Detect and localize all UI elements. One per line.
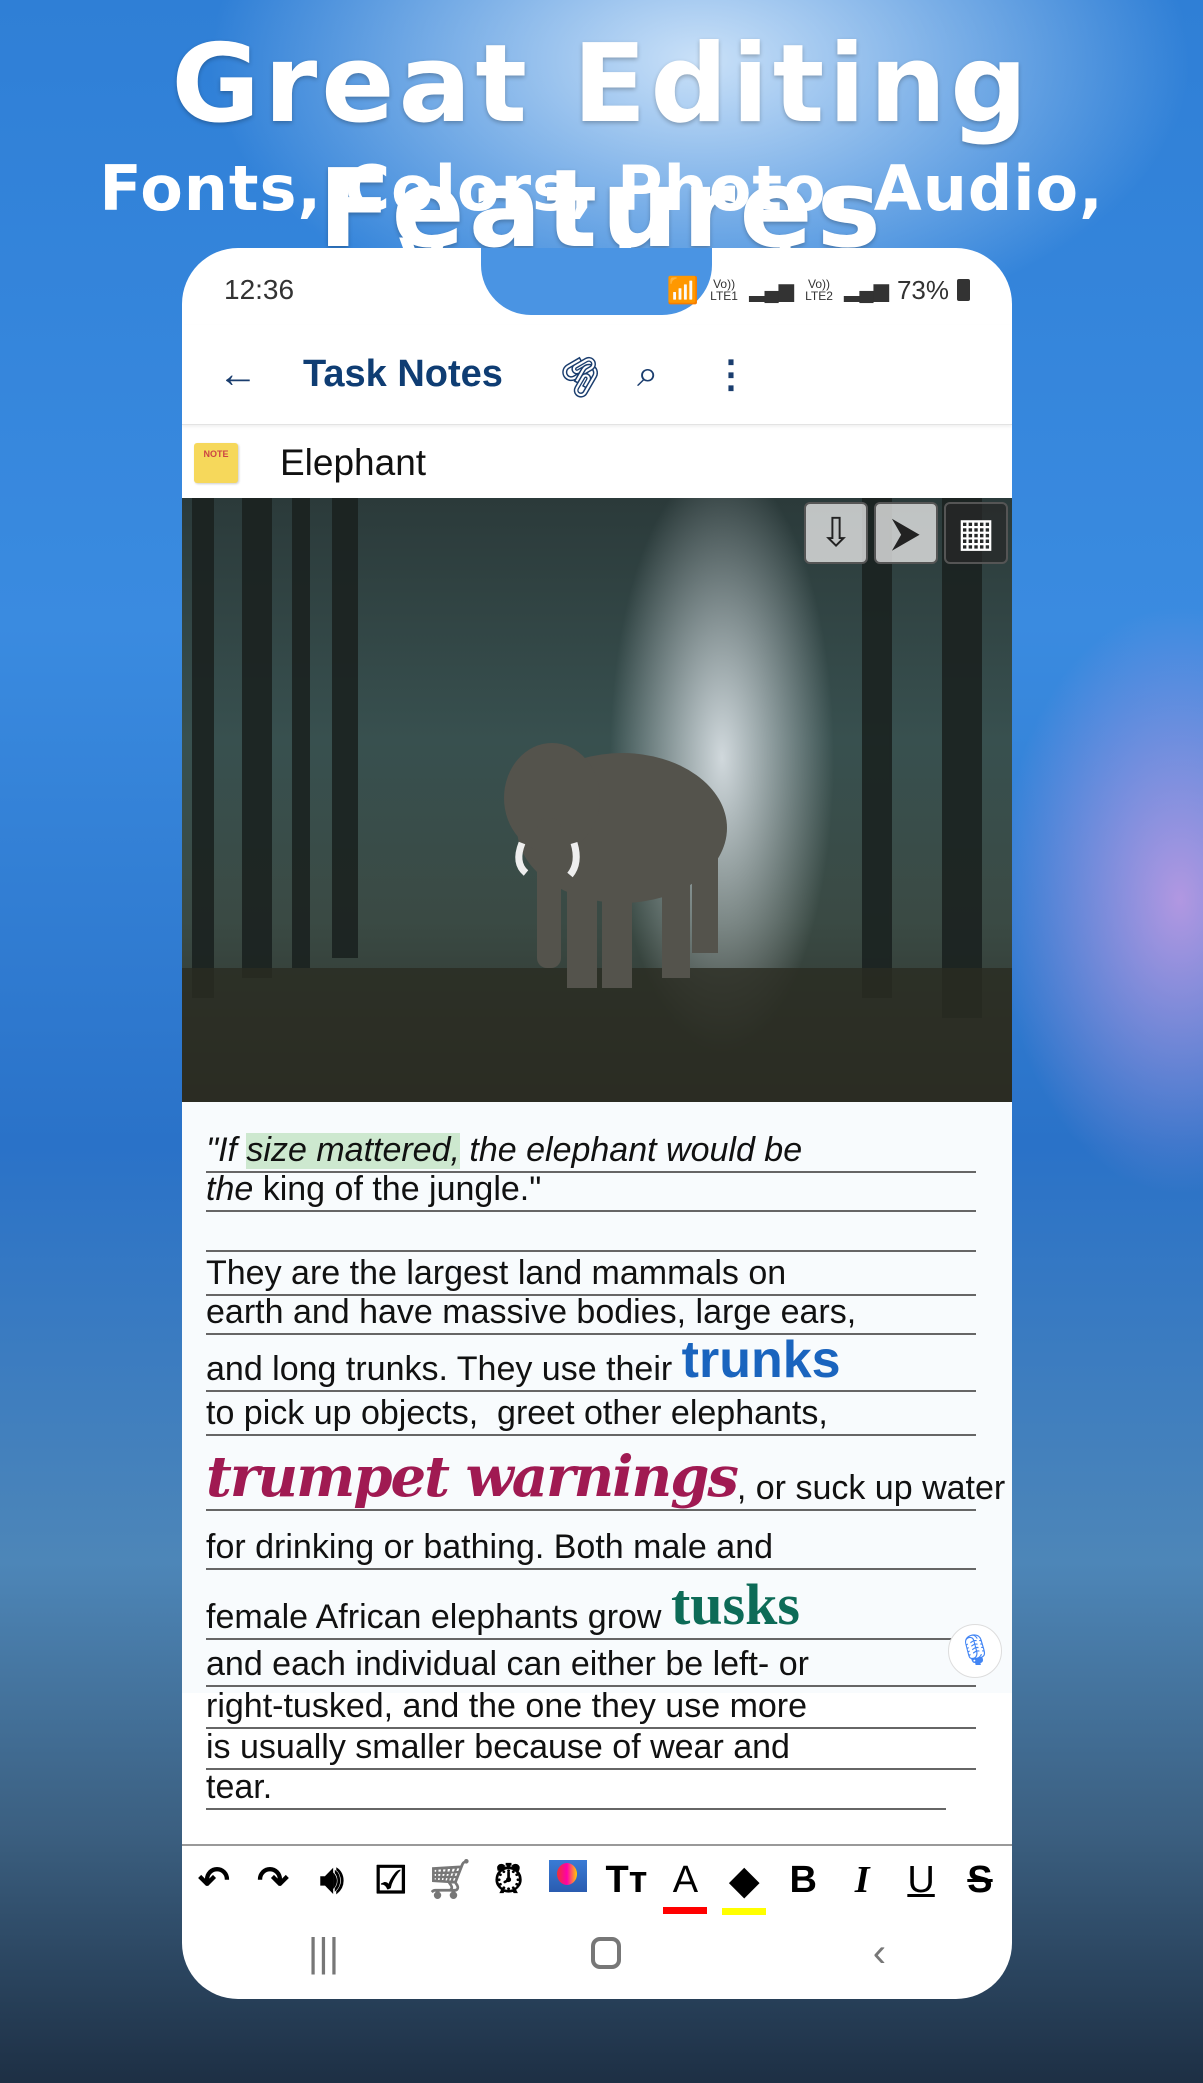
empty-line <box>206 1212 976 1252</box>
text-line: trumpet warnings, or suck up water <box>206 1436 1005 1511</box>
undo-icon[interactable]: ↶ <box>188 1858 240 1903</box>
text-line: They are the largest land mammals on <box>206 1252 976 1296</box>
voice-input-mic-icon[interactable]: 🎙 <box>948 1624 1002 1678</box>
text-line: is usually smaller because of wear and <box>206 1729 976 1770</box>
home-icon[interactable] <box>590 1937 621 1969</box>
note-photo[interactable]: ⇩ ⮞ ▦ <box>182 498 1012 1102</box>
grid-icon[interactable]: ▦ <box>944 502 1008 564</box>
text-line: tear. <box>206 1769 946 1810</box>
speaker-icon[interactable]: 🔊︎ <box>306 1859 358 1902</box>
app-title: Task Notes <box>303 353 503 395</box>
alarm-add-icon[interactable]: ⏰︎ <box>483 1859 535 1902</box>
text-line: to pick up objects, greet other elephant… <box>206 1392 976 1436</box>
text-line: the king of the jungle." <box>206 1170 976 1212</box>
checkbox-icon[interactable]: ☑ <box>365 1858 417 1903</box>
text: "If <box>206 1131 247 1170</box>
text: king of the jungle." <box>253 1170 542 1209</box>
redo-icon[interactable]: ↷ <box>247 1858 299 1903</box>
highlighted-text: size mattered, <box>246 1131 460 1170</box>
bold-button[interactable]: B <box>777 1859 829 1902</box>
signal-icon: ▂▄▆ <box>749 279 795 302</box>
underline-button[interactable]: U <box>895 1859 947 1902</box>
font-color-label: A <box>672 1858 699 1901</box>
text: the elephant would be <box>459 1131 803 1170</box>
more-vert-icon[interactable]: ⋮ <box>712 352 750 397</box>
note-title-row: NOTE Elephant <box>182 430 1012 496</box>
styled-word-tusks: tusks <box>670 1572 800 1638</box>
lte2-label: Vo)) LTE2 <box>805 277 833 303</box>
text-line: and long trunks. They use their trunks <box>206 1331 976 1392</box>
lte1-label: Vo)) LTE1 <box>710 277 738 303</box>
styled-word-trunks: trunks <box>681 1331 841 1390</box>
text-line: earth and have massive bodies, large ear… <box>206 1294 976 1335</box>
fill-color-swatch <box>722 1907 767 1915</box>
wifi-icon: 📶 <box>666 274 700 305</box>
strikethrough-button[interactable]: S <box>954 1859 1006 1902</box>
app-bar: ← Task Notes 🖇 ⌕ ⋮ <box>182 325 1012 425</box>
download-icon[interactable]: ⇩ <box>804 502 868 564</box>
text-line: "If size mattered, the elephant would be <box>206 1129 976 1173</box>
back-arrow-icon[interactable]: ← <box>218 352 258 397</box>
font-color-swatch <box>663 1906 708 1914</box>
font-color-icon[interactable]: A <box>659 1858 711 1914</box>
text: and long trunks. They use their <box>206 1350 682 1389</box>
status-bar: 12:36 📶 Vo)) LTE1 ▂▄▆ Vo)) LTE2 ▂▄▆ 73% <box>224 270 970 310</box>
text: the <box>206 1170 254 1209</box>
sticky-note-icon: NOTE <box>194 443 238 483</box>
text-size-icon[interactable]: Tт <box>600 1859 652 1902</box>
note-editor[interactable]: "If size mattered, the elephant would be… <box>182 1102 1012 1810</box>
shrink-icon[interactable]: ⮞ <box>874 502 938 564</box>
text-line: right-tusked, and the one they use more <box>206 1687 976 1729</box>
text: , or suck up water <box>736 1469 1006 1508</box>
forest-elephant-image <box>182 498 1012 1102</box>
text-line: for drinking or bathing. Both male and <box>206 1511 976 1570</box>
paperclip-icon[interactable]: 🖇 <box>549 342 614 407</box>
fill-color-icon[interactable]: ◆ <box>718 1858 770 1915</box>
text: female African elephants grow <box>206 1598 671 1637</box>
photo-icon[interactable] <box>542 1859 594 1902</box>
signal-icon: ▂▄▆ <box>844 279 889 302</box>
status-time: 12:36 <box>224 274 295 305</box>
styled-words-trumpet: trumpet warnings <box>206 1444 739 1511</box>
italic-button[interactable]: I <box>836 1858 888 1902</box>
battery-icon <box>957 279 970 301</box>
battery-percent: 73% <box>896 274 949 305</box>
recent-apps-icon[interactable]: ||| <box>308 1931 339 1976</box>
phone-screen: 12:36 📶 Vo)) LTE1 ▂▄▆ Vo)) LTE2 ▂▄▆ 73% … <box>182 248 1012 1999</box>
text-line: female African elephants grow tusks <box>206 1570 976 1640</box>
system-nav-bar: ||| ‹ <box>182 1918 1012 1988</box>
search-icon[interactable]: ⌕ <box>637 353 658 396</box>
note-title[interactable]: Elephant <box>280 442 426 484</box>
text-line: and each individual can either be left- … <box>206 1640 976 1687</box>
back-nav-icon[interactable]: ‹ <box>873 1931 886 1976</box>
shopping-cart-checklist-icon[interactable]: 🛒︎ <box>424 1858 476 1902</box>
formatting-toolbar: ↶ ↷ 🔊︎ ☑ 🛒︎ ⏰︎ Tт A ◆ B I U S <box>182 1844 1012 1915</box>
